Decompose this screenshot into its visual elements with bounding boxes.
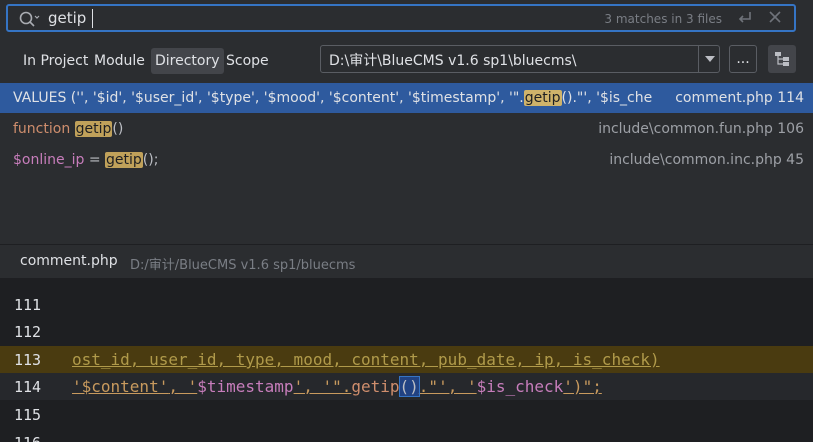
match-highlight: getip: [74, 121, 113, 137]
code-string: '$content': [72, 377, 169, 396]
browse-button[interactable]: ...: [729, 45, 757, 73]
line-number: 116: [14, 434, 54, 442]
preview-filename: comment.php: [20, 253, 118, 269]
code-string: ."', ': [418, 377, 477, 396]
line-number: 111: [14, 296, 42, 314]
tree-view-button[interactable]: [768, 45, 796, 73]
code-string: ', '".: [293, 377, 352, 396]
search-input[interactable]: [48, 7, 568, 29]
search-bar: 3 matches in 3 files: [6, 4, 796, 32]
code-text: ();: [142, 152, 159, 168]
code-string: ')";: [563, 377, 602, 396]
code-variable: $timestamp: [197, 377, 294, 396]
preview-header: comment.php D:/审计/BlueCMS v1.6 sp1/bluec…: [0, 244, 813, 279]
tab-module[interactable]: Module: [90, 48, 149, 74]
result-row[interactable]: function getip() include\common.fun.php …: [0, 114, 813, 144]
enter-icon[interactable]: [736, 9, 754, 27]
code-text: (): [112, 121, 124, 137]
search-icon[interactable]: [18, 9, 40, 29]
code-keyword: function: [13, 121, 75, 137]
code-text: ost_id, user_id, type, mood, content, pu…: [72, 350, 660, 369]
code-variable: $online_ip: [13, 152, 85, 168]
result-file: comment.php 114: [675, 90, 804, 106]
line-number: 112: [14, 323, 42, 341]
code-text: ()."', '$is_che: [561, 90, 653, 106]
code-string: , ': [168, 377, 198, 396]
match-count: 3 matches in 3 files: [604, 12, 722, 26]
code-function: getip: [351, 377, 400, 396]
code-line-114: '$content', '$timestamp', '".getip()."',…: [0, 373, 813, 400]
tree-icon: [775, 52, 789, 66]
code-text: VALUES ('', '$id', '$user_id', '$type', …: [13, 90, 524, 106]
result-row[interactable]: VALUES ('', '$id', '$user_id', '$type', …: [0, 83, 813, 113]
code-brace-match: (): [398, 376, 420, 397]
result-file: include\common.fun.php 106: [598, 121, 804, 137]
line-number: 115: [14, 406, 42, 424]
result-file: include\common.inc.php 45: [609, 152, 804, 168]
line-number: 110: [14, 278, 54, 282]
code-text: =: [84, 152, 106, 168]
text-caret: [92, 9, 93, 28]
result-row[interactable]: $online_ip = getip(); include\common.inc…: [0, 145, 813, 175]
close-icon[interactable]: [768, 10, 782, 24]
chevron-down-icon: [705, 56, 715, 62]
preview-path: D:/审计/BlueCMS v1.6 sp1/bluecms: [130, 258, 356, 273]
directory-dropdown[interactable]: [698, 46, 721, 72]
code-preview[interactable]: 110 111 112 113 114 115 116 ost_id, user…: [0, 278, 813, 442]
directory-path: D:\审计\BlueCMS v1.6 sp1\bluecms\: [329, 53, 577, 69]
directory-select[interactable]: D:\审计\BlueCMS v1.6 sp1\bluecms\: [320, 45, 720, 73]
tab-scope[interactable]: Scope: [222, 48, 273, 74]
tab-directory[interactable]: Directory: [151, 48, 224, 74]
code-variable: $is_check: [476, 377, 564, 396]
match-highlight: getip: [105, 152, 143, 168]
result-code: $online_ip = getip();: [13, 145, 665, 175]
result-code: function getip(): [13, 114, 665, 144]
tab-in-project[interactable]: In Project: [19, 48, 92, 74]
match-highlight: getip: [523, 90, 562, 106]
result-code: VALUES ('', '$id', '$user_id', '$type', …: [13, 83, 665, 113]
code-line-113: ost_id, user_id, type, mood, content, pu…: [0, 346, 813, 373]
